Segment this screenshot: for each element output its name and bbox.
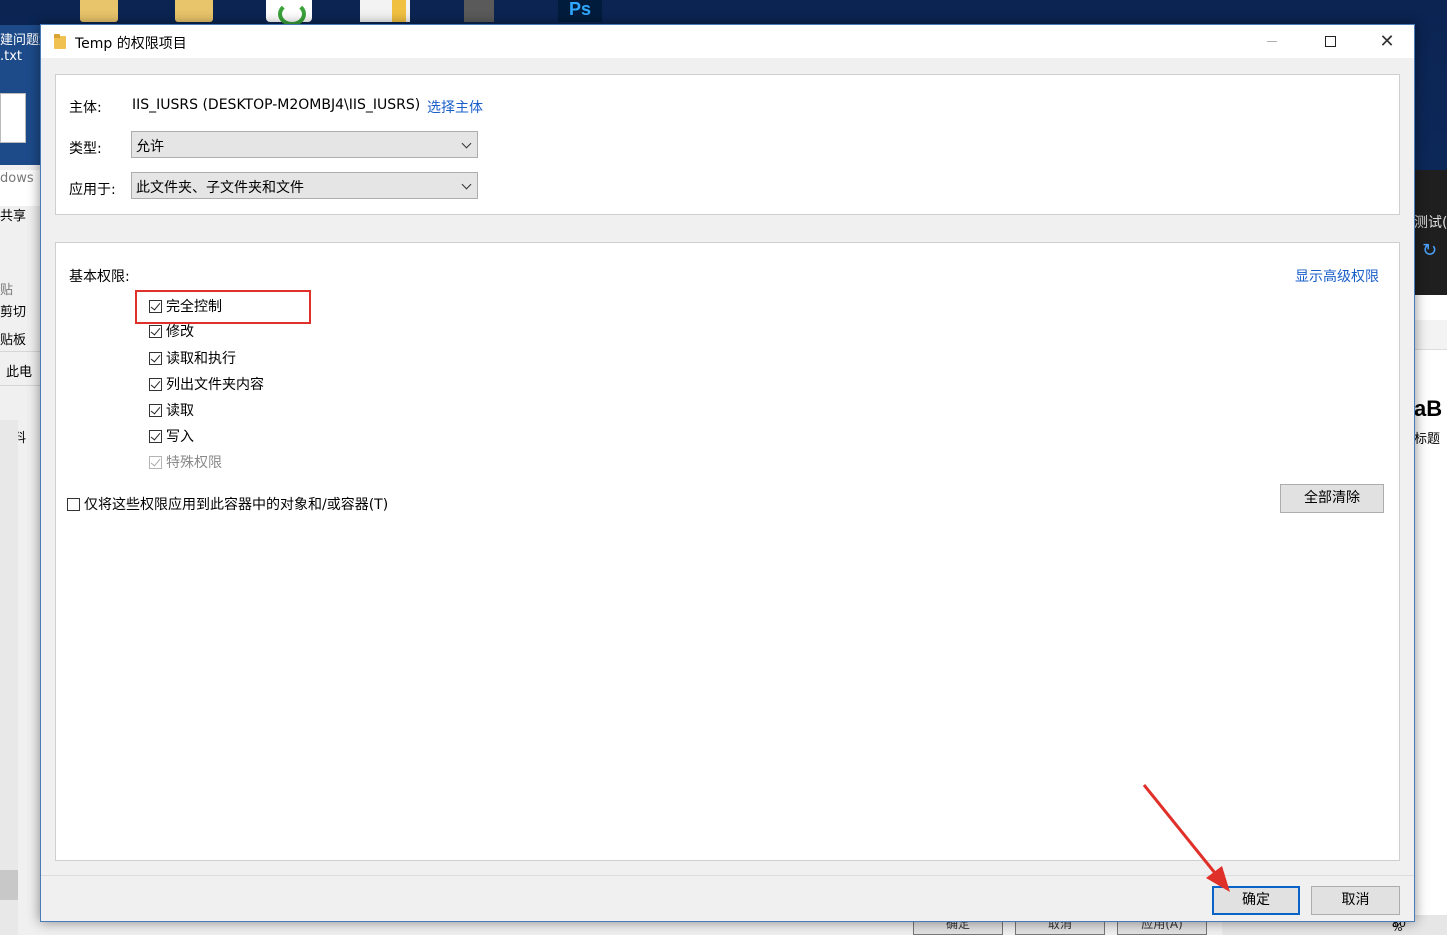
permission-label: 读取和执行 [166, 351, 236, 367]
archive-icon[interactable] [464, 0, 494, 22]
background-dialog-footer [40, 922, 1414, 935]
subtitle-text: 标题 [1414, 432, 1441, 447]
zoom-level: 80 % [1392, 922, 1406, 934]
background-status-bar: 80 % [1222, 922, 1414, 935]
ribbon-cut-label[interactable]: 剪切 [0, 301, 26, 320]
permission-read[interactable]: 读取 [149, 400, 194, 420]
divider [0, 385, 40, 386]
apply-only-label: 仅将这些权限应用到此容器中的对象和/或容器(T) [84, 497, 389, 513]
checkbox-checked[interactable] [149, 403, 162, 417]
applies-to-select[interactable]: 此文件夹、子文件夹和文件 [131, 172, 478, 199]
permission-label: 写入 [166, 429, 194, 445]
principal-label: 主体: [69, 100, 102, 116]
background-cancel-button[interactable]: 取消 [1015, 922, 1105, 935]
close-icon: ✕ [1379, 30, 1395, 52]
test-label: 测试(S [1414, 215, 1447, 231]
checkbox-checked-disabled [149, 455, 162, 469]
desktop-file-label: 建问题解 [0, 33, 40, 48]
footer-divider [41, 875, 1414, 876]
applies-to-label: 应用于: [69, 182, 116, 198]
apply-only-to-container-option[interactable]: 仅将这些权限应用到此容器中的对象和/或容器(T) [67, 494, 388, 514]
documents-icon[interactable] [360, 0, 410, 22]
permission-label: 列出文件夹内容 [166, 377, 264, 393]
background-explorer-window: 建问题解 .txt dows 共享 贴 剪切 贴板 此电 材料 [0, 25, 40, 935]
type-label: 类型: [69, 141, 102, 157]
type-select-value: 允许 [136, 139, 164, 155]
background-app-window: 测试(S ↻ aB 标题 [1414, 170, 1447, 935]
checkbox-checked[interactable] [149, 377, 162, 391]
ribbon-label: dows [0, 171, 34, 186]
file-icon[interactable] [0, 93, 26, 143]
checkbox-checked[interactable] [149, 351, 162, 365]
dialog-title: Temp 的权限项目 [75, 36, 187, 52]
heading-text: aB [1414, 396, 1443, 421]
refresh-icon[interactable]: ↻ [1422, 240, 1437, 261]
permission-write[interactable]: 写入 [149, 426, 194, 446]
permission-special: 特殊权限 [149, 452, 222, 472]
toolbar [1414, 320, 1447, 350]
checkbox-unchecked[interactable] [67, 497, 80, 511]
ribbon-clipboard-label: 贴板 [0, 333, 27, 348]
ribbon-paste-label: 贴 [0, 283, 14, 298]
annotation-highlight-box [135, 290, 311, 324]
dark-panel [1414, 170, 1447, 295]
photoshop-icon[interactable]: Ps [558, 0, 602, 22]
checkbox-checked[interactable] [149, 324, 162, 338]
scrollbar[interactable] [0, 420, 18, 935]
checkbox-checked[interactable] [149, 429, 162, 443]
address-bar-label[interactable]: 此电 [6, 361, 32, 380]
permission-list-folder[interactable]: 列出文件夹内容 [149, 374, 264, 394]
ok-button[interactable]: 确定 [1212, 886, 1300, 915]
clear-all-button[interactable]: 全部清除 [1280, 484, 1384, 513]
background-ok-button[interactable]: 确定 [913, 922, 1003, 935]
background-apply-button[interactable]: 应用(A) [1117, 922, 1207, 935]
permission-label: 读取 [166, 403, 194, 419]
principal-value: IIS_IUSRS (DESKTOP-M2OMBJ4\IIS_IUSRS) [132, 97, 421, 113]
permission-read-execute[interactable]: 读取和执行 [149, 348, 236, 368]
folder-icon[interactable] [175, 0, 213, 22]
status-bar [1414, 915, 1447, 935]
divider [0, 351, 40, 352]
minimize-icon [1267, 41, 1277, 42]
permission-label: 修改 [166, 324, 194, 340]
scrollbar-thumb[interactable] [0, 870, 18, 900]
maximize-button[interactable] [1301, 25, 1359, 58]
show-advanced-permissions-link[interactable]: 显示高级权限 [1295, 266, 1379, 286]
folder-icon[interactable] [80, 0, 118, 22]
minimize-button[interactable] [1243, 25, 1301, 58]
select-principal-link[interactable]: 选择主体 [427, 97, 483, 117]
maximize-icon [1324, 36, 1336, 47]
title-bar[interactable]: Temp 的权限项目 ✕ [41, 25, 1414, 58]
permission-modify[interactable]: 修改 [149, 321, 194, 341]
app-icon[interactable] [266, 0, 312, 26]
close-button[interactable]: ✕ [1358, 25, 1416, 58]
permission-entry-dialog: Temp 的权限项目 ✕ 主体: IIS_IUSRS (DESKTOP-M2OM… [40, 24, 1415, 922]
principal-panel: 主体: IIS_IUSRS (DESKTOP-M2OMBJ4\IIS_IUSRS… [55, 74, 1400, 215]
basic-permissions-label: 基本权限: [69, 269, 130, 285]
chevron-down-icon [461, 138, 472, 149]
type-select[interactable]: 允许 [131, 131, 478, 158]
ribbon-share-tab[interactable]: 共享 [0, 205, 26, 224]
desktop-file-ext: .txt [0, 49, 23, 64]
permissions-panel: 基本权限: 显示高级权限 完全控制 修改 读取和执行 列出文件夹内容 读取 写入 [55, 242, 1400, 861]
permission-label: 特殊权限 [166, 455, 222, 471]
chevron-down-icon [461, 179, 472, 190]
applies-to-select-value: 此文件夹、子文件夹和文件 [136, 180, 304, 196]
folder-icon [54, 34, 66, 49]
cancel-button[interactable]: 取消 [1311, 886, 1400, 915]
